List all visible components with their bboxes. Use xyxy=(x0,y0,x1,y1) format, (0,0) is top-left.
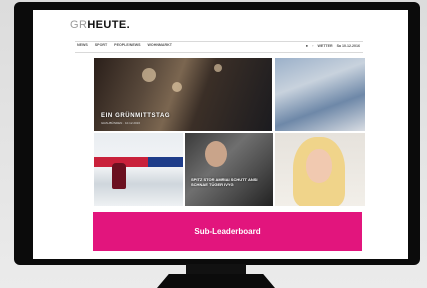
article-tile-hockey[interactable] xyxy=(94,133,183,206)
search-icon[interactable]: ● xyxy=(306,43,308,48)
article-meta: GRAUBÜNDEN · 10.12.2016 xyxy=(101,121,141,125)
main-nav: NEWS SPORT PEOPLE/NEWS WOHNMARKT ● ◦ WET… xyxy=(75,41,363,53)
nav-item-people[interactable]: PEOPLE/NEWS xyxy=(114,43,140,47)
nav-items: NEWS SPORT PEOPLE/NEWS WOHNMARKT xyxy=(77,43,172,47)
date-label: Sa 10.12.2016 xyxy=(336,43,360,48)
site-logo[interactable]: GRHEUTE. xyxy=(70,19,130,31)
light-spot xyxy=(142,68,156,82)
article-headline: EIN GRÜNMITTSTAG xyxy=(101,113,171,119)
article-tile-portrait[interactable]: SPITZ STOR AMRIAI SCHUTT ANSI SCHNAE TÜG… xyxy=(185,133,273,206)
article-tile[interactable] xyxy=(275,58,365,131)
article-tile-featured[interactable]: EIN GRÜNMITTSTAG GRAUBÜNDEN · 10.12.2016 xyxy=(94,58,272,131)
sub-leaderboard-ad[interactable]: Sub-Leaderboard xyxy=(93,212,362,251)
nav-item-sport[interactable]: SPORT xyxy=(95,43,107,47)
light-spot xyxy=(172,82,182,92)
user-icon[interactable]: ◦ xyxy=(312,43,313,48)
article-headline: SPITZ STOR AMRIAI SCHUTT ANSI SCHNAE TÜG… xyxy=(191,177,258,187)
weather-link[interactable]: WETTER xyxy=(317,44,332,48)
arena-board xyxy=(148,157,183,167)
logo-prefix: GR xyxy=(70,19,88,31)
monitor-stand-foot xyxy=(157,274,275,288)
person-face xyxy=(306,149,332,183)
hockey-player xyxy=(112,163,126,189)
person-face xyxy=(205,141,227,167)
article-tile-woman[interactable] xyxy=(275,133,365,206)
logo-main: HEUTE. xyxy=(87,19,131,31)
nav-item-news[interactable]: NEWS xyxy=(77,43,88,47)
nav-utility: ● ◦ WETTER Sa 10.12.2016 xyxy=(306,43,360,48)
nav-item-wohnmarkt[interactable]: WOHNMARKT xyxy=(148,43,172,47)
light-spot xyxy=(214,64,222,72)
ad-label: Sub-Leaderboard xyxy=(194,227,261,236)
